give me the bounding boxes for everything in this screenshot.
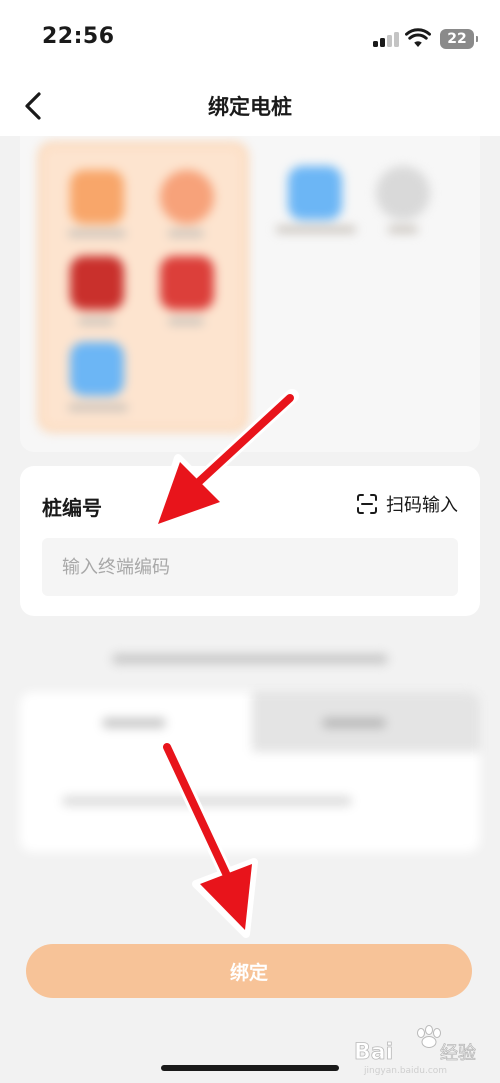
scan-input-label: 扫码输入 <box>386 495 458 516</box>
bind-button[interactable]: 绑定 <box>26 944 472 998</box>
app-icon[interactable] <box>376 166 430 220</box>
app-icon[interactable] <box>160 170 214 224</box>
wifi-icon <box>405 28 431 47</box>
pile-number-label: 桩编号 <box>42 496 102 520</box>
signal-icon <box>373 32 401 47</box>
selected-device-group[interactable] <box>38 142 248 432</box>
app-icon[interactable] <box>288 166 342 220</box>
app-icon[interactable] <box>70 342 124 396</box>
baidu-jingyan-watermark: Bai 经验 jingyan.baidu.com <box>354 1025 476 1076</box>
status-time: 22:56 <box>42 24 115 49</box>
pile-number-card: 桩编号 扫码输入 <box>20 466 480 616</box>
svg-text:jingyan.baidu.com: jingyan.baidu.com <box>363 1066 447 1076</box>
option-tabs[interactable] <box>20 692 480 852</box>
scan-input-button[interactable]: 扫码输入 <box>356 490 458 518</box>
nav-bar: 绑定电桩 <box>0 78 500 136</box>
app-icon[interactable] <box>160 256 214 310</box>
status-bar: 22:56 22 <box>0 0 500 78</box>
scan-icon <box>357 494 377 514</box>
battery-icon: 22 <box>440 29 478 49</box>
svg-text:Bai: Bai <box>354 1040 393 1065</box>
home-indicator <box>161 1065 339 1071</box>
svg-text:经验: 经验 <box>440 1043 476 1064</box>
app-icon[interactable] <box>70 170 124 224</box>
blurred-options-section <box>0 630 500 870</box>
device-selection-area[interactable] <box>20 136 480 452</box>
app-icon[interactable] <box>70 256 124 310</box>
terminal-code-input[interactable] <box>42 538 458 596</box>
page-title: 绑定电桩 <box>208 95 292 119</box>
